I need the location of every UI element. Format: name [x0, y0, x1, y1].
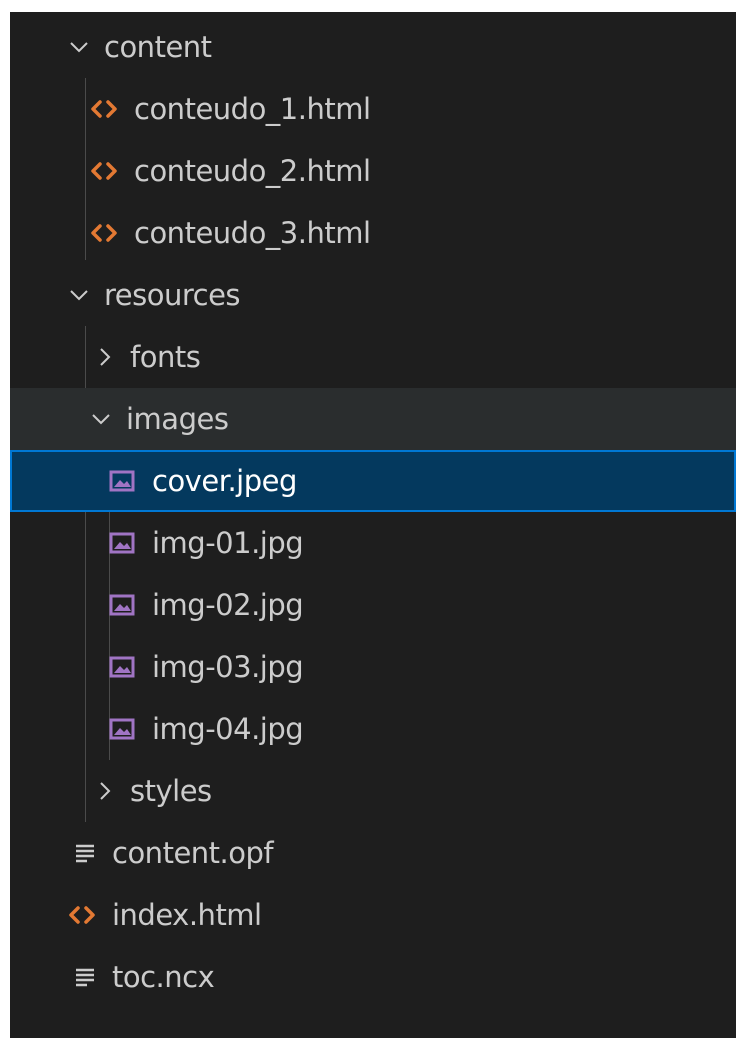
html-file-icon	[68, 900, 96, 930]
chevron-down-icon[interactable]	[90, 404, 112, 434]
file-label: toc.ncx	[112, 959, 215, 994]
folder-styles[interactable]: styles	[10, 760, 736, 822]
chevron-right-icon[interactable]	[94, 776, 116, 806]
file-img-02[interactable]: img-02.jpg	[10, 574, 736, 636]
image-file-icon	[108, 652, 136, 682]
html-file-icon	[90, 218, 118, 248]
folder-images[interactable]: images	[10, 388, 736, 450]
image-file-icon	[108, 714, 136, 744]
file-label: img-03.jpg	[152, 649, 304, 684]
folder-label: styles	[130, 773, 212, 808]
file-content-opf[interactable]: content.opf	[10, 822, 736, 884]
html-file-icon	[90, 156, 118, 186]
file-label: img-04.jpg	[152, 711, 304, 746]
file-toc-ncx[interactable]: toc.ncx	[10, 946, 736, 1008]
file-label: conteudo_2.html	[134, 153, 371, 188]
html-file-icon	[90, 94, 118, 124]
file-conteudo-1[interactable]: conteudo_1.html	[10, 78, 736, 140]
chevron-down-icon[interactable]	[68, 280, 90, 310]
file-cover-jpeg[interactable]: cover.jpeg	[10, 450, 736, 512]
folder-fonts[interactable]: fonts	[10, 326, 736, 388]
chevron-right-icon[interactable]	[94, 342, 116, 372]
text-file-icon	[72, 962, 98, 992]
file-img-03[interactable]: img-03.jpg	[10, 636, 736, 698]
file-conteudo-2[interactable]: conteudo_2.html	[10, 140, 736, 202]
file-label: img-01.jpg	[152, 525, 304, 560]
chevron-down-icon[interactable]	[68, 32, 90, 62]
file-label: conteudo_1.html	[134, 91, 371, 126]
text-file-icon	[72, 838, 98, 868]
file-index-html[interactable]: index.html	[10, 884, 736, 946]
file-label: content.opf	[112, 835, 274, 870]
file-label: cover.jpeg	[152, 463, 297, 498]
image-file-icon	[108, 528, 136, 558]
file-img-01[interactable]: img-01.jpg	[10, 512, 736, 574]
folder-label: fonts	[130, 339, 201, 374]
file-img-04[interactable]: img-04.jpg	[10, 698, 736, 760]
folder-label: resources	[104, 277, 241, 312]
folder-content[interactable]: content	[10, 16, 736, 78]
image-file-icon	[108, 466, 136, 496]
folder-label: images	[126, 401, 229, 436]
file-label: img-02.jpg	[152, 587, 304, 622]
file-label: index.html	[112, 897, 262, 932]
file-conteudo-3[interactable]: conteudo_3.html	[10, 202, 736, 264]
folder-resources[interactable]: resources	[10, 264, 736, 326]
file-label: conteudo_3.html	[134, 215, 371, 250]
folder-label: content	[104, 29, 212, 64]
file-explorer: content conteudo_1.html conteudo_2.html …	[10, 12, 736, 1038]
image-file-icon	[108, 590, 136, 620]
